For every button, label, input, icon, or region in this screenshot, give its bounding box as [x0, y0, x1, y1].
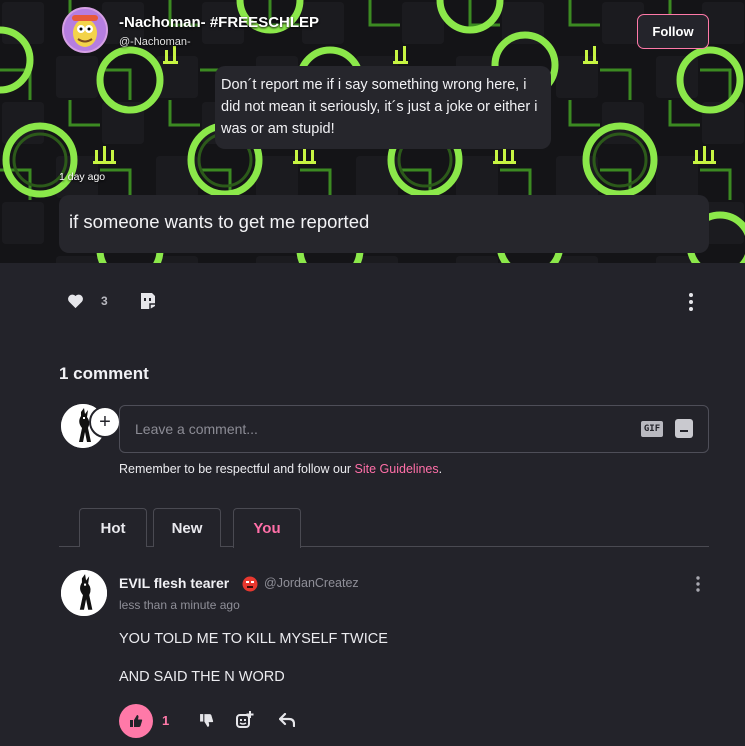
comment-text-line: AND SAID THE N WORD [119, 669, 285, 685]
comment-sort-tabs: Hot New You [59, 508, 709, 548]
guidelines-note: Remember to be respectful and follow our… [119, 462, 442, 476]
author-avatar[interactable] [62, 7, 108, 53]
comment-action-bar: 1 [119, 704, 319, 738]
author-display-name[interactable]: -Nachoman- #FREESCHLEP [119, 14, 319, 31]
heart-icon[interactable] [67, 293, 84, 309]
comment-text-line: YOU TOLD ME TO KILL MYSELF TWICE [119, 631, 388, 647]
post-speech-bubble: Don´t report me if i say something wrong… [215, 66, 551, 149]
gif-button[interactable]: GIF [641, 421, 663, 437]
post-banner: -Nachoman- #FREESCHLEP @-Nachoman- Follo… [0, 0, 745, 263]
comment-timestamp: less than a minute ago [119, 598, 240, 612]
angry-face-badge-icon [242, 576, 258, 592]
reply-icon[interactable] [279, 713, 295, 727]
guidelines-prefix: Remember to be respectful and follow our [119, 462, 355, 476]
tab-hot[interactable]: Hot [79, 508, 147, 547]
post-action-bar: 3 [0, 291, 745, 313]
upvote-button[interactable] [119, 704, 153, 738]
comment-input-box: GIF [119, 405, 709, 453]
commenter-name[interactable]: EVIL flesh tearer [119, 575, 229, 591]
comment-input[interactable] [135, 419, 615, 439]
tab-you[interactable]: You [233, 508, 301, 548]
emoji-icon[interactable] [675, 419, 693, 438]
more-vertical-icon[interactable] [682, 292, 700, 312]
add-attachment-button[interactable]: + [89, 406, 121, 438]
sticker-icon[interactable] [139, 292, 156, 310]
add-sticker-icon[interactable] [236, 711, 254, 729]
site-guidelines-link[interactable]: Site Guidelines [355, 462, 439, 476]
comment-count-heading: 1 comment [59, 364, 149, 383]
comment-more-icon[interactable] [690, 575, 706, 593]
thumbs-up-icon [130, 715, 143, 727]
like-count: 3 [101, 294, 108, 308]
tab-new[interactable]: New [153, 508, 221, 547]
guidelines-suffix: . [438, 462, 443, 476]
post-timestamp: 1 day ago [59, 171, 106, 183]
thumbs-down-icon[interactable] [199, 713, 214, 728]
author-handle[interactable]: @-Nachoman- [119, 36, 191, 48]
commenter-handle[interactable]: @JordanCreatez [264, 576, 359, 590]
commenter-avatar[interactable] [61, 570, 107, 616]
follow-button[interactable]: Follow [637, 14, 709, 49]
post-title: if someone wants to get me reported [59, 195, 709, 253]
upvote-count: 1 [162, 713, 170, 728]
